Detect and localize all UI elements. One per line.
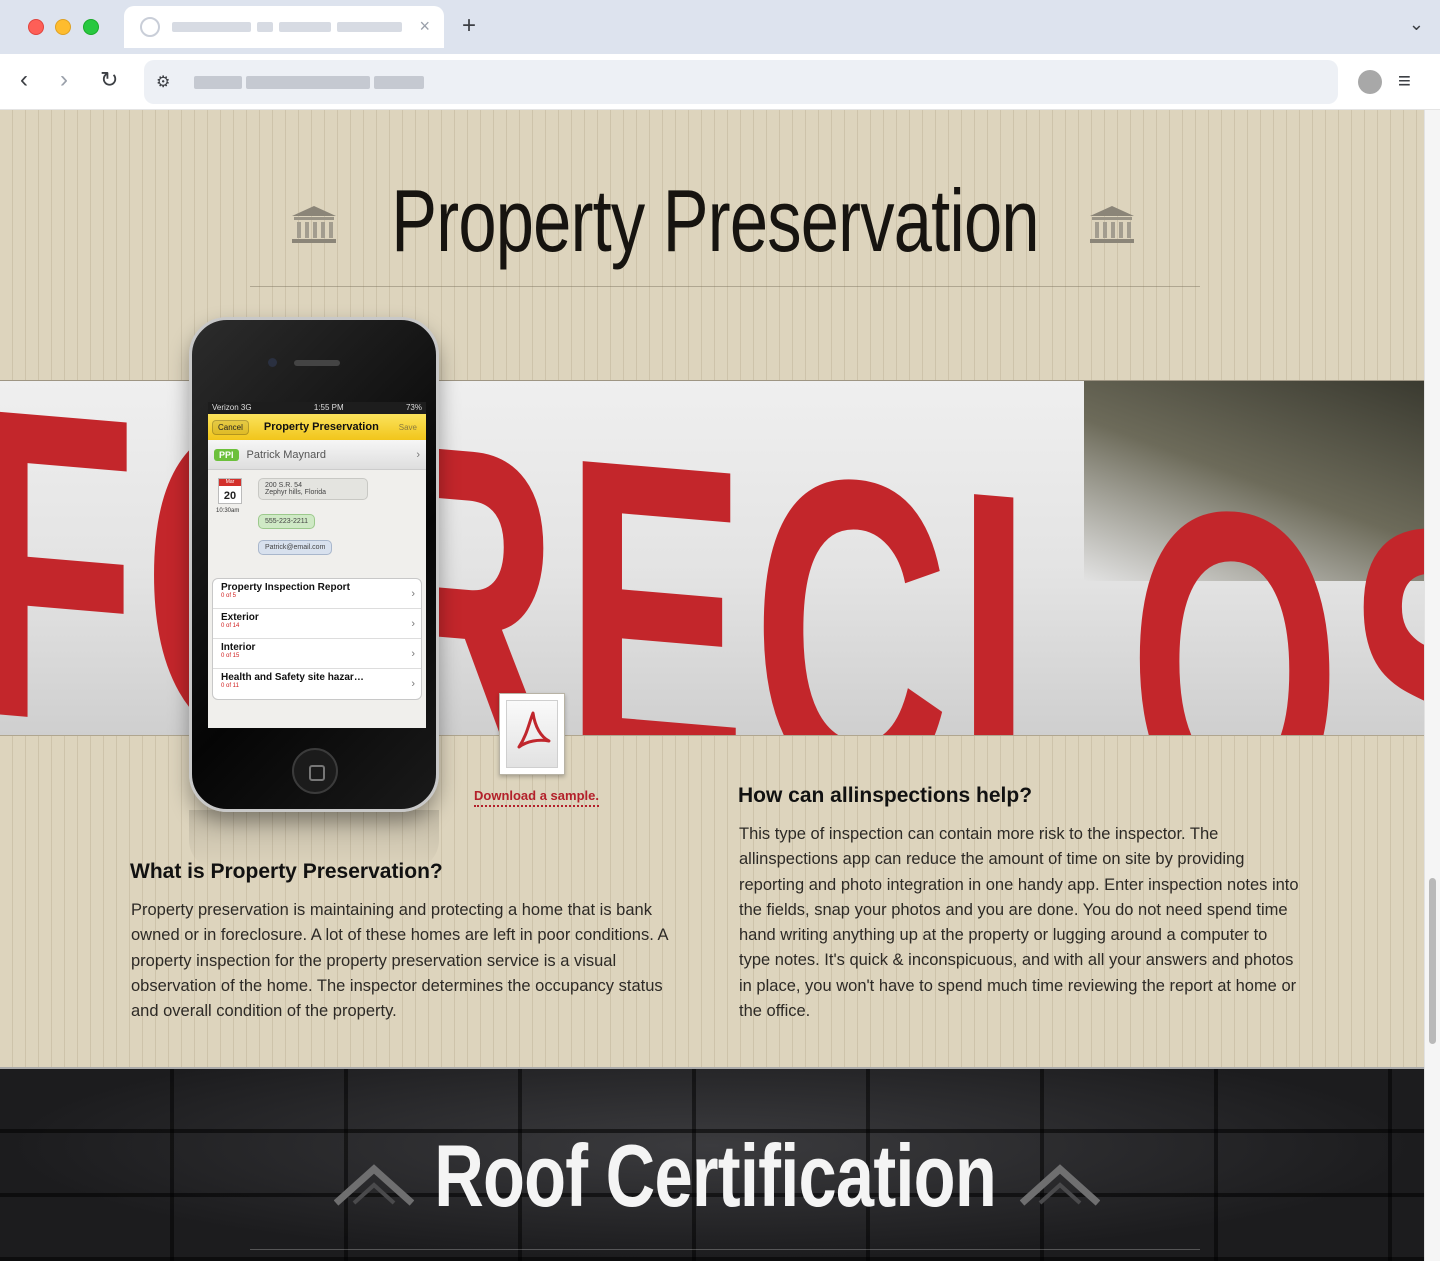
- menu-icon[interactable]: ≡: [1398, 68, 1411, 94]
- clock-label: 1:55 PM: [313, 403, 344, 412]
- roof-title-divider: [250, 1249, 1200, 1250]
- app-contact-row: PPI Patrick Maynard ›: [208, 440, 426, 470]
- chevron-right-icon: ›: [411, 588, 415, 600]
- phone-camera: [268, 358, 277, 367]
- appointment-time: 10:30am: [216, 508, 240, 514]
- title-divider: [250, 286, 1200, 287]
- ppi-badge: PPI: [214, 448, 239, 461]
- phone-home-button: [292, 748, 338, 794]
- phone-number-pill: 555-223-2211: [258, 514, 316, 529]
- roof-certification-section: Roof Certification: [0, 1067, 1424, 1261]
- section-progress: 0 of 11: [221, 683, 239, 689]
- pdf-icon[interactable]: [499, 693, 565, 775]
- roof-certification-title: Roof Certification: [434, 1126, 997, 1225]
- section-title: Property Inspection Report: [221, 582, 350, 593]
- page-title: Property Preservation: [391, 171, 1039, 270]
- new-tab-button[interactable]: +: [462, 12, 476, 40]
- profile-avatar[interactable]: [1358, 70, 1382, 94]
- app-nav-bar: Cancel Property Preservation Save: [208, 414, 426, 440]
- calendar-icon: Mar 20: [218, 478, 242, 504]
- section-progress: 0 of 15: [221, 653, 240, 659]
- back-button[interactable]: ‹: [20, 68, 28, 92]
- tab-title-placeholder: [172, 22, 402, 32]
- inspection-sections-list: Property Inspection Report 0 of 5 › Exte…: [212, 578, 422, 700]
- site-settings-icon[interactable]: ⚙: [156, 72, 170, 92]
- chevron-right-icon: ›: [411, 618, 415, 630]
- forward-button[interactable]: ›: [60, 68, 68, 92]
- tab-list-chevron-icon[interactable]: ⌄: [1409, 14, 1424, 35]
- close-window-button[interactable]: [28, 19, 44, 35]
- carrier-label: Verizon 3G: [212, 403, 252, 412]
- loading-icon: [140, 17, 160, 37]
- section-title: Exterior: [221, 612, 259, 623]
- tab-close-icon[interactable]: ×: [419, 16, 430, 37]
- how-can-help-heading: How can allinspections help?: [738, 784, 1033, 807]
- chevron-right-icon: ›: [411, 648, 415, 660]
- address-pill: 200 S.R. 54 Zephyr hills, Florida: [258, 478, 368, 500]
- iphone-mockup: Verizon 3G 1:55 PM 73% Cancel Property P…: [189, 317, 439, 812]
- app-nav-title: Property Preservation: [263, 421, 379, 433]
- app-screen: Verizon 3G 1:55 PM 73% Cancel Property P…: [208, 402, 426, 728]
- email-pill: Patrick@email.com: [258, 540, 333, 555]
- app-cancel-button: Cancel: [212, 419, 249, 435]
- section-title: Interior: [221, 642, 256, 653]
- scrollbar-thumb[interactable]: [1429, 878, 1436, 1044]
- bank-building-icon: [1090, 206, 1134, 243]
- address-line-2: Zephyr hills, Florida: [265, 489, 327, 496]
- url-placeholder: [194, 76, 424, 89]
- app-save-button: Save: [398, 422, 417, 432]
- how-can-help-body: This type of inspection can contain more…: [739, 825, 1299, 1021]
- status-bar: Verizon 3G 1:55 PM 73%: [208, 402, 426, 414]
- page-content: Property Preservation FORECLOSURE Verizo…: [0, 110, 1424, 1261]
- section-progress: 0 of 5: [221, 593, 237, 599]
- browser-tab[interactable]: ×: [124, 6, 444, 48]
- list-item: Property Inspection Report 0 of 5 ›: [213, 579, 421, 609]
- acrobat-icon: [517, 711, 551, 749]
- contact-name: Patrick Maynard: [246, 448, 326, 461]
- calendar-month: Mar: [219, 479, 241, 486]
- browser-tab-bar: × + ⌄: [0, 0, 1440, 54]
- reload-button[interactable]: ↻: [100, 68, 118, 92]
- battery-label: 73%: [405, 403, 422, 412]
- phone-speaker: [294, 360, 340, 366]
- roof-icon: [1020, 1164, 1100, 1206]
- download-sample-link[interactable]: Download a sample.: [474, 788, 599, 807]
- calendar-day: 20: [223, 490, 237, 502]
- chevron-right-icon: ›: [416, 448, 420, 461]
- section-progress: 0 of 14: [221, 623, 240, 629]
- list-item: Health and Safety site hazar… 0 of 11 ›: [213, 669, 421, 699]
- chevron-right-icon: ›: [411, 678, 415, 690]
- zoom-window-button[interactable]: [83, 19, 99, 35]
- what-is-body: Property preservation is maintaining and…: [131, 901, 668, 1021]
- page-scrollbar[interactable]: [1424, 110, 1440, 1261]
- browser-toolbar: ‹ › ↻ ⚙ ≡: [0, 54, 1440, 110]
- section-title: Health and Safety site hazar…: [221, 672, 364, 683]
- address-line-1: 200 S.R. 54: [265, 482, 302, 489]
- address-bar[interactable]: ⚙: [144, 60, 1338, 104]
- list-item: Interior 0 of 15 ›: [213, 639, 421, 669]
- app-contact-details: Mar 20 10:30am 200 S.R. 54 Zephyr hills,…: [208, 470, 426, 578]
- what-is-heading: What is Property Preservation?: [130, 860, 443, 883]
- minimize-window-button[interactable]: [55, 19, 71, 35]
- list-item: Exterior 0 of 14 ›: [213, 609, 421, 639]
